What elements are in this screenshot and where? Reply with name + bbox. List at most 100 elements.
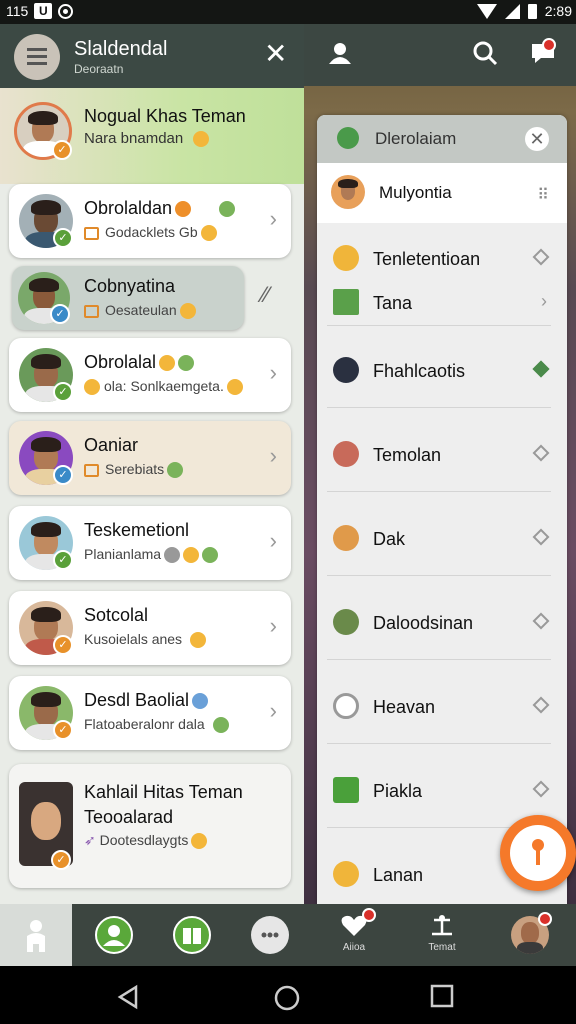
panel-item-label: Daloodsinan [373,613,474,633]
list-item[interactable]: ✓ Oaniar Serebiats › [9,421,291,495]
contact-name: Teskemetionl [84,520,190,540]
person-icon [27,920,45,952]
contact-status: Flatoaberalonr dala [84,716,229,734]
contact-status: Kusoielals anes [84,631,207,649]
diamond-icon [532,248,550,266]
contact-name: Obrolalal [84,352,195,373]
recents-icon[interactable] [430,984,454,1008]
panel-item[interactable]: Tenletentioan [317,239,567,279]
panel-item[interactable]: Temolan [317,435,567,475]
list-item[interactable]: ✓ Obrolaldan Godacklets Gb › [9,184,291,258]
tab-contacts[interactable] [78,904,150,966]
chevron-right-icon: › [269,443,277,468]
sync-icon [58,3,74,19]
list-item[interactable]: ✓ Desdl Baolial Flatoaberalonr dala › [9,676,291,750]
badge-icon: ✓ [53,465,73,485]
panel-close-button[interactable]: ✕ [525,127,549,151]
divider [327,491,551,492]
panel-selected-item[interactable]: Mulyontia ⠿ [317,163,567,223]
panel-item[interactable]: Tana › [317,283,567,323]
panel-title: Dlerolaiam [375,129,457,148]
list-item[interactable]: ✓ Cobnyatina Oesateulan [12,266,244,330]
grid-icon[interactable]: ⠿ [537,185,549,205]
contact-status: Oesateulan [84,302,196,320]
tab-likes[interactable]: Aiioa [318,904,390,966]
chevron-right-icon: › [269,360,277,385]
diamond-icon [532,444,550,462]
contact-name: Sotcolal [84,605,149,625]
panel-item-label: Fhahlcaotis [373,361,466,381]
list-item[interactable]: ✓ Kahlail Hitas Teman Teooalarad ➶ Doote… [9,764,291,888]
panel-item[interactable]: Dak [317,519,567,559]
profile-hero[interactable]: ✓ Nogual Khas Teman Nara bnamdan [0,88,304,184]
mute-icon[interactable]: ⁄⁄ [262,282,269,308]
contact-icon [95,916,133,954]
contact-status: Godacklets Gb [84,224,217,242]
badge-icon: ✓ [53,635,73,655]
chevron-right-icon: › [269,206,277,231]
tab-home[interactable] [0,904,72,966]
diamond-icon [532,696,550,714]
home-icon[interactable] [273,984,301,1012]
battery-icon [527,3,537,19]
panel-selected-label: Mulyontia [379,183,452,202]
status-bar: 115 U 2:89 [0,0,576,24]
contact-name: Obrolaldan [84,198,236,219]
target-icon [333,693,359,719]
scale-icon [432,915,452,936]
tab-scale[interactable]: Temat [406,904,478,966]
panel-item-label: Dak [373,529,406,549]
tab-book[interactable] [156,904,228,966]
pet-icon [333,525,359,551]
hero-name: Nogual Khas Teman [84,106,246,126]
contact-status: Serebiats [84,461,184,479]
notification-icon: U [34,3,53,19]
back-icon[interactable] [116,984,142,1010]
contact-status: ➶ Dootesdlaygts [84,832,208,850]
floating-action-button[interactable] [500,815,576,891]
panel-item-label: Heavan [373,697,436,717]
search-icon[interactable] [470,40,500,70]
panel-item[interactable]: Heavan [317,687,567,727]
list-item[interactable]: ✓ Obrolalal ola: Sonlkaemgeta. › [9,338,291,412]
panel-item[interactable]: Fhahlcaotis [317,351,567,391]
signal-icon [504,3,520,19]
system-nav-bar [0,966,576,1024]
panel-item[interactable]: Piakla [317,771,567,811]
menu-icon[interactable] [14,34,60,80]
wifi-icon [476,3,497,19]
close-icon[interactable]: ✕ [264,40,287,68]
panel-header: Dlerolaiam ✕ [317,115,567,163]
contact-name: Kahlail Hitas Teman Teooalarad [84,782,243,827]
avatar [331,175,365,209]
contact-name: Cobnyatina [84,276,176,296]
navigation-drawer: Slaldendal Deoraatn ✕ ✓ Nogual Khas Tema… [0,24,304,904]
contact-status: ola: Sonlkaemgeta. [84,378,243,396]
avatar-icon [333,357,359,383]
diamond-icon [532,612,550,630]
list-item[interactable]: ✓ Sotcolal Kusoielals anes › [9,591,291,665]
divider [327,407,551,408]
panel-item-label: Tenletentioan [373,249,481,269]
chat-badge [542,38,556,52]
panel-item[interactable]: Daloodsinan [317,603,567,643]
divider [327,325,551,326]
tab-label: Temat [428,942,456,953]
chevron-right-icon: › [269,613,277,638]
tab-label: Aiioa [342,942,366,953]
panel-item-label: Lanan [373,865,424,885]
contact-name: Desdl Baolial [84,690,209,711]
tab-more[interactable] [234,904,306,966]
book-icon [173,916,211,954]
chart-icon [333,289,359,315]
divider [327,743,551,744]
notification-badge [362,908,376,922]
badge-icon: ✓ [53,228,73,248]
diamond-icon [532,528,550,546]
badge-icon: ✓ [52,140,72,160]
list-item[interactable]: ✓ Teskemetionl Planianlama › [9,506,291,580]
status-time-left: 115 [6,3,29,19]
tab-profile[interactable] [494,904,566,966]
side-panel: Dlerolaiam ✕ Mulyontia ⠿ Tenletentioan T… [317,115,567,905]
user-icon[interactable] [325,40,355,70]
